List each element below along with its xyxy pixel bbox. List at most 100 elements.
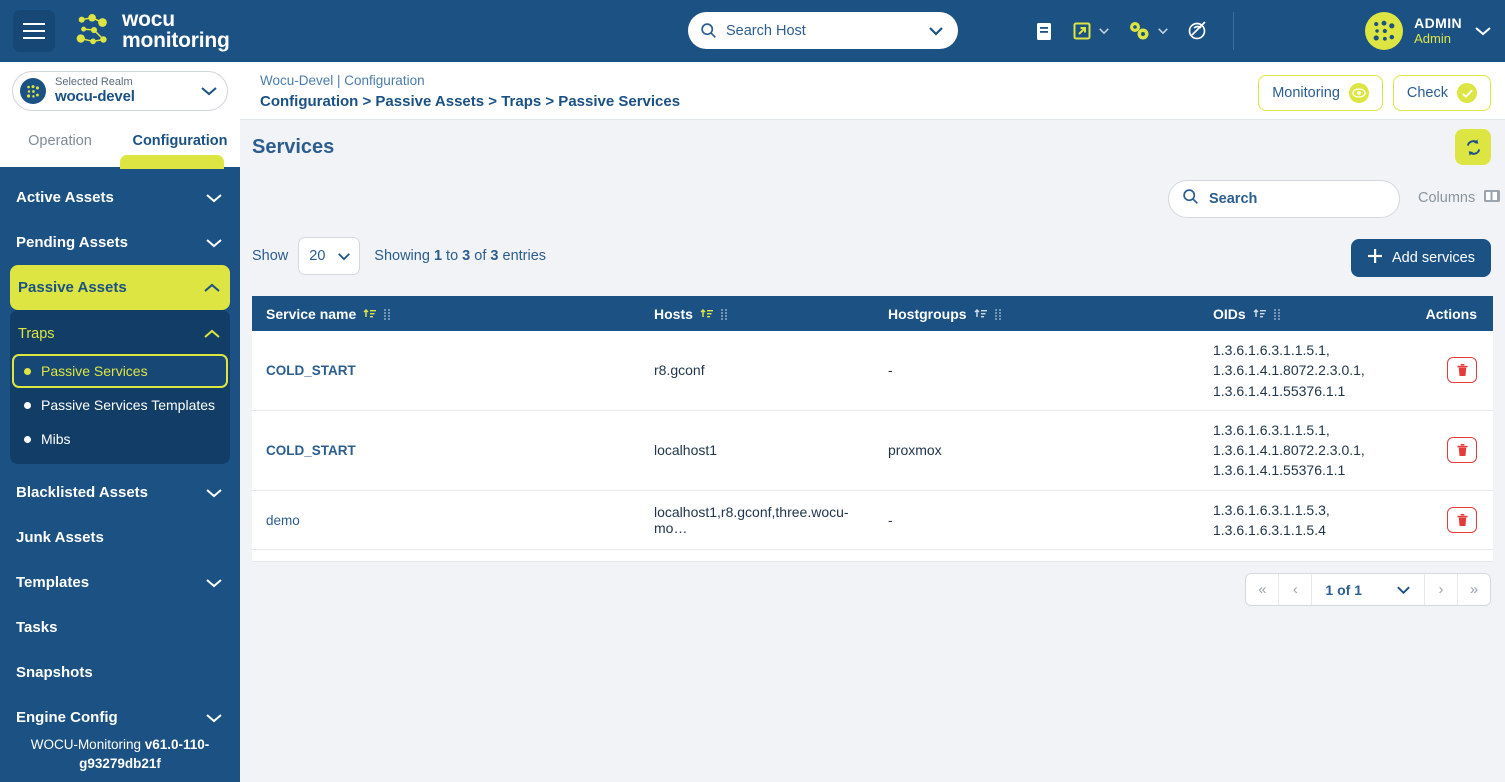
show-label: Show <box>252 248 289 264</box>
realm-label: Selected Realm <box>55 76 133 89</box>
table-toolbar: Search Columns <box>240 180 1505 226</box>
brand-line-2: monitoring <box>122 29 230 52</box>
page-size-group: Show 20 Showing 1 to 3 of 3 entries <box>252 237 546 275</box>
delete-icon <box>1456 364 1468 377</box>
cell-oids: 1.3.6.1.6.3.1.1.5.1, 1.3.6.1.4.1.8072.2.… <box>1213 421 1365 479</box>
table-meta-row: Show 20 Showing 1 to 3 of 3 entries Add … <box>240 237 1505 281</box>
document-icon[interactable] <box>1030 20 1058 42</box>
subgroup-title: Traps <box>18 326 55 342</box>
hamburger-menu-icon[interactable] <box>13 10 55 52</box>
service-link[interactable]: COLD_START <box>266 363 356 378</box>
sort-icon[interactable] <box>1253 307 1267 321</box>
chevron-down-icon[interactable] <box>1473 25 1493 37</box>
application-window: wocu monitoring Search Host ADMIN Admin … <box>0 0 1505 782</box>
page-size-value: 20 <box>309 248 326 264</box>
refresh-icon <box>1466 138 1480 156</box>
search-host-input[interactable]: Search Host <box>688 12 958 49</box>
tab-configuration[interactable]: Configuration <box>120 131 240 149</box>
delete-button[interactable] <box>1447 437 1477 464</box>
column-header-service-name[interactable]: Service name <box>252 306 640 322</box>
delete-icon <box>1456 444 1468 457</box>
sidebar-subitem-label: Mibs <box>41 431 71 447</box>
table-row: COLD_START r8.gconf - 1.3.6.1.6.3.1.1.5.… <box>252 331 1493 411</box>
sort-icon[interactable] <box>363 307 377 321</box>
sidebar-item-passive-services[interactable]: Passive Services <box>12 354 228 388</box>
page-indicator-select[interactable]: 1 of 1 <box>1312 582 1424 598</box>
version-prefix: WOCU-Monitoring <box>30 736 145 752</box>
realm-selector[interactable]: Selected Realm wocu-devel <box>12 71 228 111</box>
column-drag-handle[interactable] <box>720 308 728 320</box>
sort-icon[interactable] <box>700 307 714 321</box>
previous-page-button[interactable]: ‹ <box>1279 574 1313 605</box>
column-label: OIDs <box>1213 305 1246 322</box>
service-link[interactable]: demo <box>266 513 300 528</box>
cell-hostgroups: proxmox <box>888 442 942 459</box>
gears-icon[interactable] <box>1123 19 1172 43</box>
external-link-icon[interactable] <box>1068 20 1113 42</box>
breadcrumb-context: Wocu-Devel | Configuration <box>260 73 425 88</box>
sidebar-item-label: Templates <box>16 574 90 591</box>
sidebar-item-junk-assets[interactable]: Junk Assets <box>0 515 240 560</box>
showing-entries-text: Showing 1 to 3 of 3 entries <box>374 248 547 264</box>
sidebar-item-label: Active Assets <box>16 189 114 206</box>
subgroup-header-traps[interactable]: Traps <box>10 314 230 354</box>
sidebar-item-tasks[interactable]: Tasks <box>0 605 240 650</box>
column-label: Actions <box>1425 305 1477 322</box>
column-header-oids[interactable]: OIDs <box>1199 306 1407 322</box>
monitoring-button[interactable]: Monitoring <box>1258 75 1383 111</box>
column-drag-handle[interactable] <box>384 308 391 320</box>
sidebar-item-blacklisted-assets[interactable]: Blacklisted Assets <box>0 470 240 515</box>
avatar <box>1365 12 1404 50</box>
brand-line-1: wocu <box>122 8 175 32</box>
delete-icon <box>1456 514 1468 527</box>
chevron-down-icon[interactable] <box>199 85 219 97</box>
wocu-logo-icon <box>76 14 107 45</box>
satellite-icon[interactable] <box>1182 18 1214 44</box>
delete-button[interactable] <box>1447 357 1477 384</box>
page-size-select[interactable]: 20 <box>298 237 361 275</box>
cell-service-name: COLD_START <box>252 353 640 387</box>
breadcrumb-path: Configuration > Passive Assets > Traps >… <box>260 92 681 110</box>
sidebar-item-snapshots[interactable]: Snapshots <box>0 650 240 695</box>
cell-hostgroups: - <box>888 362 893 379</box>
search-input[interactable]: Search <box>1168 180 1400 218</box>
columns-button[interactable]: Columns <box>1418 188 1501 208</box>
search-icon <box>1182 188 1199 210</box>
next-page-button[interactable]: › <box>1424 574 1457 605</box>
last-page-button[interactable]: » <box>1457 574 1490 605</box>
column-header-hosts[interactable]: Hosts <box>640 306 874 322</box>
column-drag-handle[interactable] <box>994 308 1002 320</box>
sidebar-item-passive-assets[interactable]: Passive Assets <box>10 265 230 310</box>
tab-operation[interactable]: Operation <box>0 131 120 149</box>
plus-icon <box>1367 248 1383 268</box>
chevron-down-icon <box>338 252 351 260</box>
header-divider <box>1233 12 1234 50</box>
sidebar-item-mibs[interactable]: Mibs <box>12 422 228 456</box>
add-services-button[interactable]: Add services <box>1350 239 1491 277</box>
chevron-down-icon <box>206 578 222 587</box>
sort-icon[interactable] <box>974 307 988 321</box>
table-header-row: Service name Hosts Hostgroups OIDs Actio… <box>252 296 1493 331</box>
first-page-button[interactable]: « <box>1246 574 1280 605</box>
sidebar-item-passive-services-templates[interactable]: Passive Services Templates <box>12 388 228 422</box>
chevron-down-icon <box>206 238 222 247</box>
refresh-button[interactable] <box>1455 129 1491 165</box>
check-button[interactable]: Check <box>1392 75 1491 111</box>
realm-icon <box>20 78 46 104</box>
main-content: Wocu-Devel | Configuration Configuration… <box>240 62 1505 782</box>
sidebar-item-templates[interactable]: Templates <box>0 560 240 605</box>
service-link[interactable]: COLD_START <box>266 443 356 458</box>
delete-button[interactable] <box>1447 507 1477 534</box>
cell-hostgroups: - <box>888 512 893 529</box>
chevron-down-icon[interactable] <box>928 26 944 36</box>
cell-oids: 1.3.6.1.6.3.1.1.5.1, 1.3.6.1.4.1.8072.2.… <box>1213 342 1365 399</box>
sidebar-item-engine-config[interactable]: Engine Config <box>0 695 240 740</box>
sidebar-item-active-assets[interactable]: Active Assets <box>0 175 240 220</box>
user-menu[interactable]: ADMIN Admin <box>1365 0 1493 62</box>
column-drag-handle[interactable] <box>1273 308 1281 320</box>
column-label: Hostgroups <box>888 305 967 322</box>
column-header-hostgroups[interactable]: Hostgroups <box>874 306 1199 322</box>
chevron-down-icon <box>1099 28 1109 35</box>
sidebar-item-pending-assets[interactable]: Pending Assets <box>0 220 240 265</box>
realm-selector-wrapper: Selected Realm wocu-devel <box>0 62 240 121</box>
